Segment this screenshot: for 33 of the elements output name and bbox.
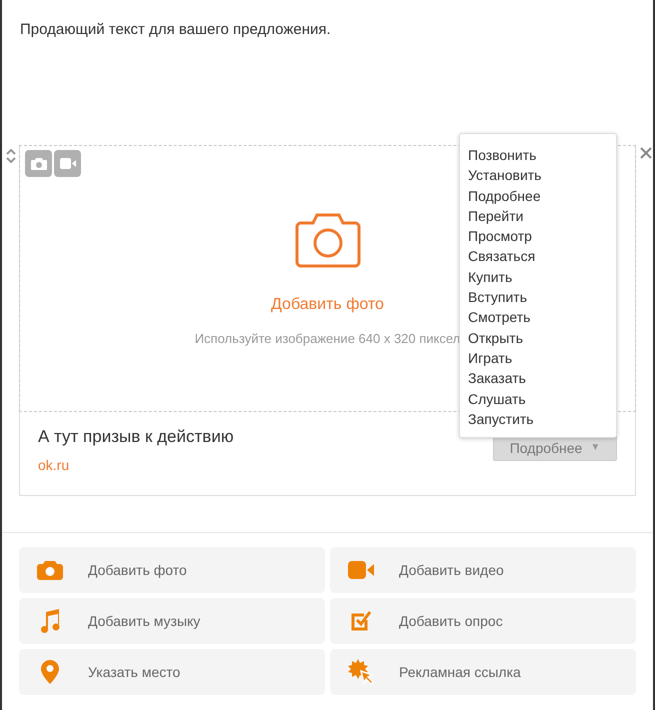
action-button[interactable]: Добавить опрос [330, 598, 636, 644]
action-button[interactable]: Рекламная ссылка [330, 649, 636, 695]
menu-item[interactable]: Открыть [460, 328, 616, 348]
drag-handle-icon[interactable] [6, 149, 16, 163]
camera-icon [37, 560, 63, 580]
description-text: Продающий текст для вашего предложения. [19, 20, 332, 40]
close-icon[interactable] [640, 147, 652, 159]
action-button[interactable]: Добавить фото [19, 547, 325, 593]
menu-item[interactable]: Перейти [460, 206, 616, 226]
burst-cursor-icon [348, 659, 374, 685]
menu-item[interactable]: Вступить [460, 287, 616, 308]
menu-item[interactable]: Просмотр [460, 226, 616, 246]
menu-item[interactable]: Купить [460, 266, 616, 288]
menu-item[interactable]: Установить [460, 165, 616, 186]
action-button[interactable]: Указать место [19, 649, 325, 695]
menu-item[interactable]: Связаться [460, 246, 616, 267]
photo-button[interactable] [25, 150, 52, 177]
menu-item[interactable]: Подробнее [460, 186, 616, 206]
menu-item[interactable]: Играть [460, 348, 616, 368]
menu-item[interactable]: Позвонить [460, 145, 616, 166]
cta-title: А тут призыв к действию [38, 427, 234, 447]
menu-item[interactable]: Заказать [460, 368, 616, 389]
video-camera-icon [60, 158, 76, 169]
action-button[interactable]: Добавить видео [330, 547, 636, 593]
action-button[interactable]: Добавить музыку [19, 598, 325, 644]
caret-icon: ▼ [590, 442, 600, 453]
size-hint-text: Используйте изображение 640 x 320 пиксел [194, 331, 460, 346]
camera-icon [30, 158, 46, 170]
menu-item[interactable]: Слушать [460, 388, 616, 409]
video-camera-icon [348, 561, 374, 579]
video-button[interactable] [54, 150, 81, 177]
menu-item[interactable]: Смотреть [460, 307, 616, 328]
camera-icon [294, 212, 360, 268]
